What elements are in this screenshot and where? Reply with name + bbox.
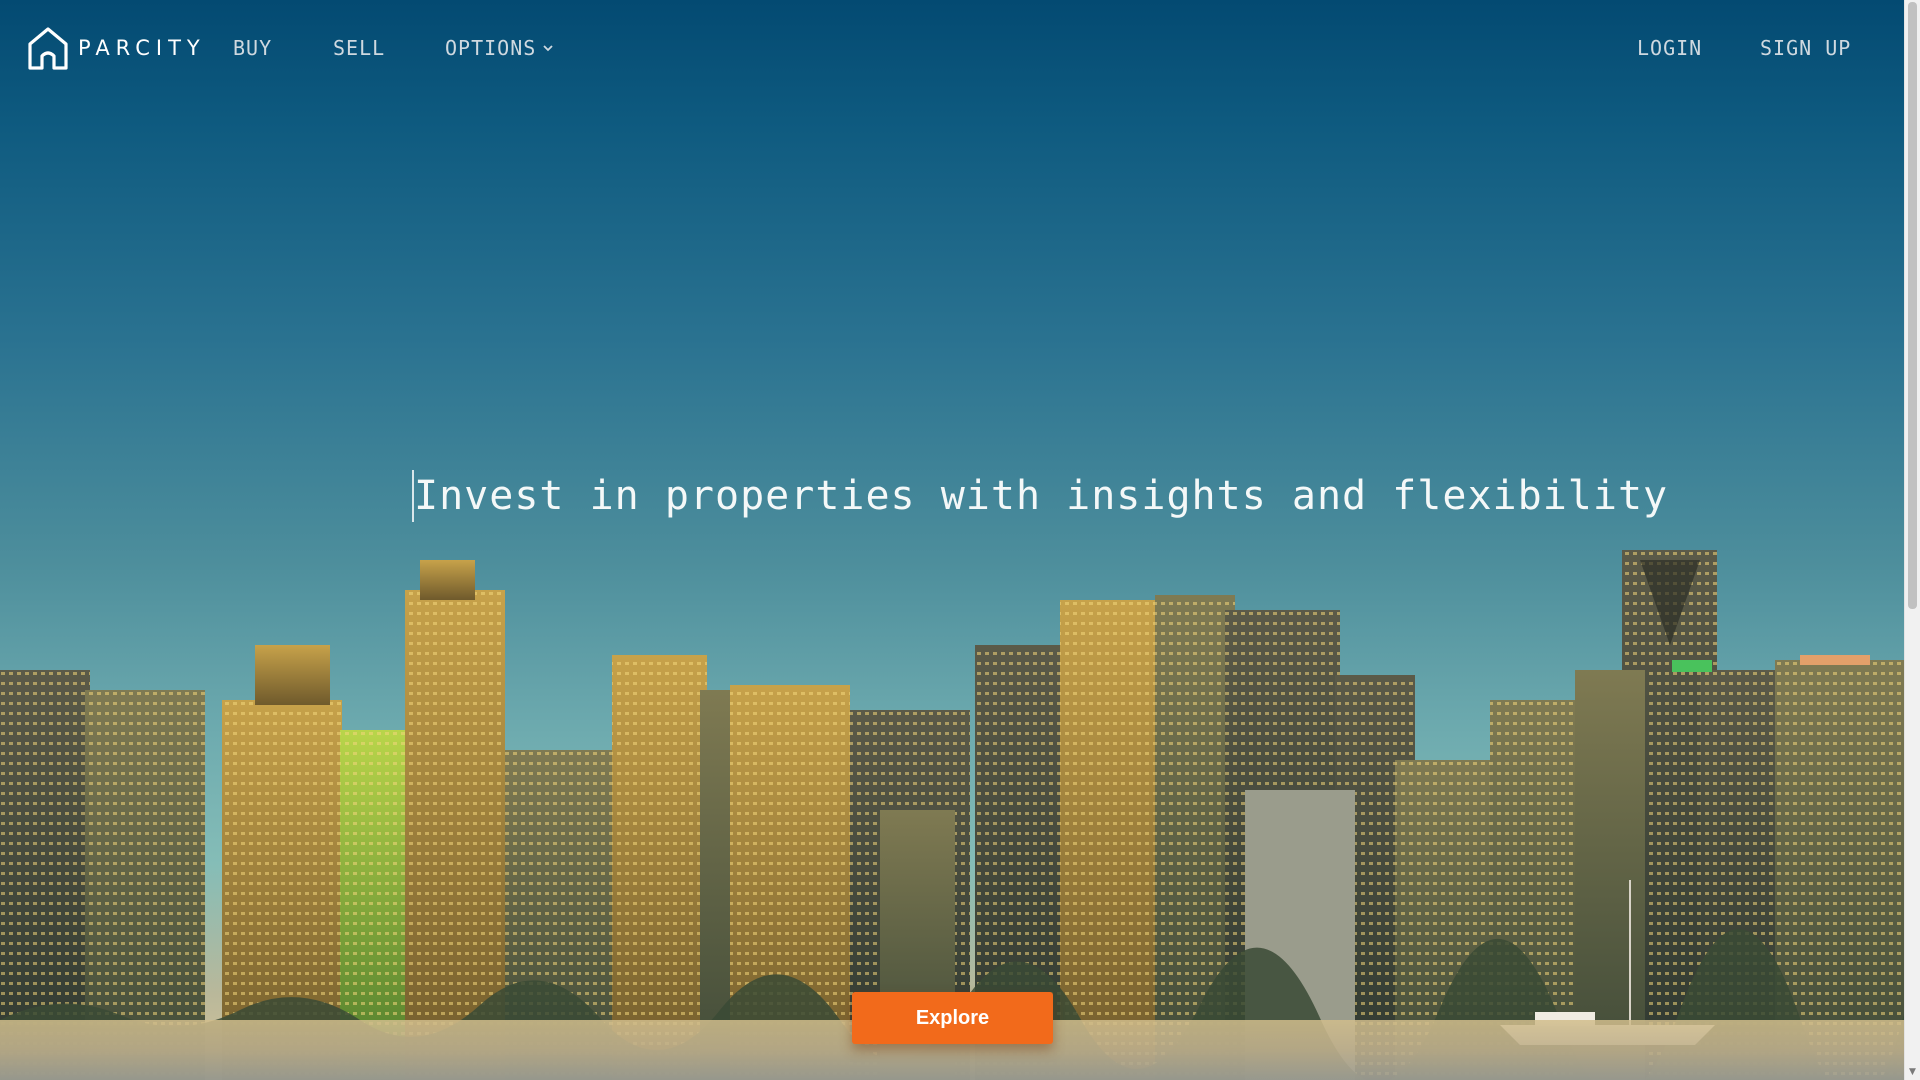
hero-title: Invest in properties with insights and f…	[412, 470, 1668, 522]
signup-link[interactable]: SIGN UP	[1760, 36, 1851, 60]
scroll-down-arrow-icon[interactable]: ▼	[1907, 1067, 1918, 1078]
chevron-down-icon	[543, 45, 553, 52]
house-outline-icon	[28, 27, 68, 70]
top-navigation: PARCITY BUY SELL OPTIONS LOGIN SIGN UP	[0, 0, 1905, 96]
vertical-scrollbar[interactable]: ▼	[1904, 0, 1920, 1080]
nav-buy-link[interactable]: BUY	[233, 36, 272, 60]
brand-name: PARCITY	[78, 36, 206, 60]
explore-button[interactable]: Explore	[852, 992, 1053, 1044]
login-link[interactable]: LOGIN	[1637, 36, 1702, 60]
nav-options-label: OPTIONS	[445, 36, 537, 60]
scrollbar-thumb[interactable]	[1908, 2, 1917, 609]
nav-sell-link[interactable]: SELL	[333, 36, 385, 60]
brand-logo[interactable]: PARCITY	[26, 26, 206, 70]
nav-options-dropdown[interactable]: OPTIONS	[445, 36, 554, 60]
page: PARCITY BUY SELL OPTIONS LOGIN SIGN UP I…	[0, 0, 1920, 1080]
